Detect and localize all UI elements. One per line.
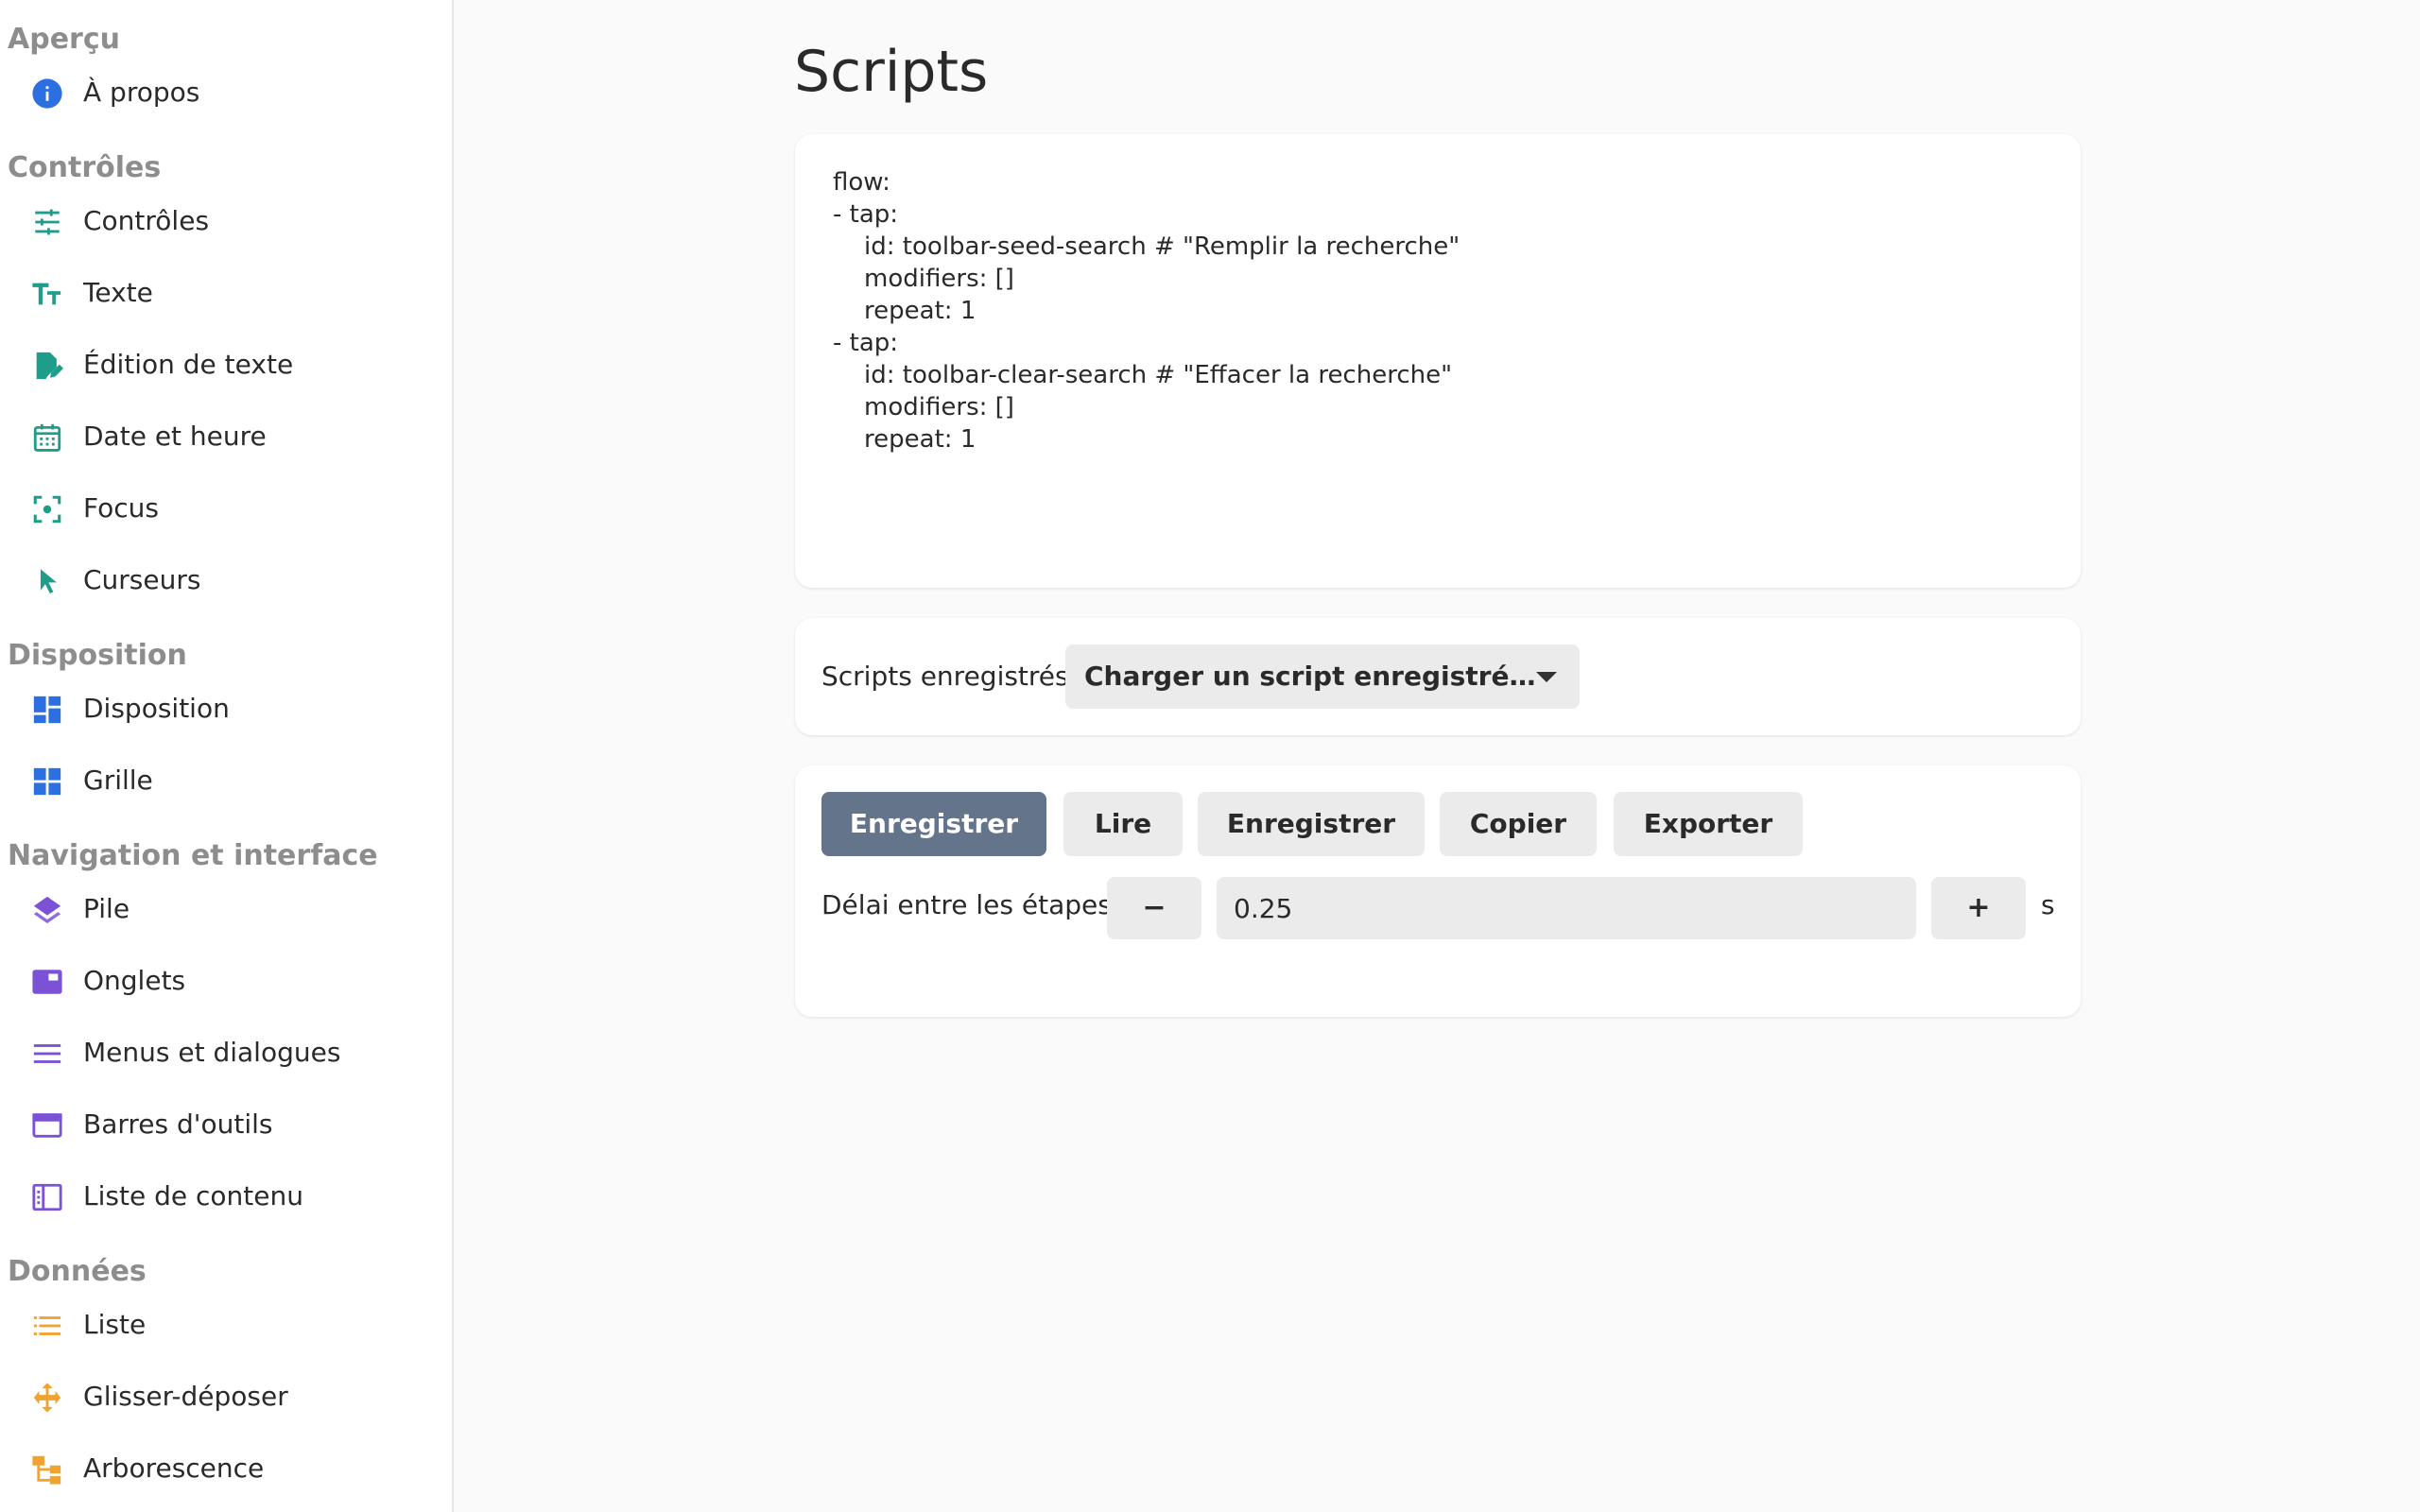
export-button[interactable]: Exporter [1614, 792, 1803, 856]
sidebar-item-texte[interactable]: Texte [0, 259, 452, 327]
sidebar-item-label: Texte [83, 277, 153, 308]
chevron-down-icon [1536, 672, 1557, 682]
edit-document-icon [31, 350, 63, 382]
sidebar-item-menus-et-dialogues[interactable]: Menus et dialogues [0, 1019, 452, 1087]
sidebar-item-label: Curseurs [83, 564, 201, 595]
sidebar-item-controles[interactable]: Contrôles [0, 187, 452, 255]
tree-icon [31, 1453, 63, 1486]
delay-increment-button[interactable]: + [1931, 877, 2026, 939]
sidebar-item-glisser-deposer[interactable]: Glisser-déposer [0, 1363, 452, 1431]
sidebar-item-date-et-heure[interactable]: Date et heure [0, 403, 452, 471]
sidebar-item-onglets[interactable]: Onglets [0, 947, 452, 1015]
sidebar-item-a-propos[interactable]: À propos [0, 59, 452, 127]
sidebar-item-label: Grille [83, 765, 153, 796]
saved-scripts-select[interactable]: Charger un script enregistré… [1065, 644, 1580, 709]
app-window: Aperçu À propos Contrôles Contrôles Text… [0, 0, 2420, 1512]
cursor-icon [31, 565, 63, 597]
script-editor[interactable]: flow: - tap: id: toolbar-seed-search # "… [833, 166, 1460, 455]
sidebar-item-label: Focus [83, 492, 159, 524]
sidebar: Aperçu À propos Contrôles Contrôles Text… [0, 0, 454, 1512]
sidebar-item-grille[interactable]: Grille [0, 747, 452, 815]
calendar-icon [31, 421, 63, 454]
sidebar-item-label: Menus et dialogues [83, 1037, 341, 1068]
sidebar-item-label: Pile [83, 893, 130, 924]
page-title: Scripts [794, 39, 989, 105]
sidebar-item-label: Arborescence [83, 1452, 265, 1484]
sidebar-item-label: Liste [83, 1309, 147, 1340]
drag-move-icon [31, 1382, 63, 1414]
sidebar-section-donnees: Données [8, 1255, 147, 1288]
saved-scripts-select-value: Charger un script enregistré… [1084, 661, 1536, 692]
save-button[interactable]: Enregistrer [1198, 792, 1425, 856]
step-delay-input[interactable] [1217, 877, 1916, 939]
saved-scripts-card: Scripts enregistrés Charger un script en… [795, 618, 2081, 735]
script-controls-card: Enregistrer Lire Enregistrer Copier Expo… [795, 765, 2081, 1017]
grid-icon [31, 765, 63, 798]
sidebar-section-disposition: Disposition [8, 639, 187, 672]
list-icon [31, 1310, 63, 1342]
step-delay-label: Délai entre les étapes [821, 889, 1112, 920]
sidebar-section-navigation: Navigation et interface [8, 839, 378, 872]
sidebar-section-apercu: Aperçu [8, 23, 120, 56]
sidebar-item-liste-de-contenu[interactable]: Liste de contenu [0, 1162, 452, 1230]
content-list-icon [31, 1181, 63, 1213]
sidebar-item-label: Édition de texte [83, 349, 294, 380]
sidebar-item-label: Onglets [83, 965, 186, 996]
menu-icon [31, 1038, 63, 1070]
delay-unit-label: s [2041, 889, 2055, 920]
sidebar-item-edition-de-texte[interactable]: Édition de texte [0, 331, 452, 399]
saved-scripts-label: Scripts enregistrés [821, 661, 1069, 692]
script-editor-card: flow: - tap: id: toolbar-seed-search # "… [795, 134, 2081, 588]
sidebar-item-disposition[interactable]: Disposition [0, 675, 452, 743]
sidebar-item-label: À propos [83, 77, 200, 108]
sidebar-section-controles: Contrôles [8, 151, 162, 184]
sidebar-item-label: Contrôles [83, 205, 210, 236]
record-button[interactable]: Enregistrer [821, 792, 1046, 856]
sliders-icon [31, 206, 63, 238]
layers-icon [31, 894, 63, 926]
sidebar-item-arborescence[interactable]: Arborescence [0, 1435, 452, 1503]
tab-icon [31, 966, 63, 998]
sidebar-item-pile[interactable]: Pile [0, 875, 452, 943]
play-button[interactable]: Lire [1063, 792, 1183, 856]
sidebar-item-liste[interactable]: Liste [0, 1291, 452, 1359]
sidebar-item-barres-doutils[interactable]: Barres d'outils [0, 1091, 452, 1159]
copy-button[interactable]: Copier [1440, 792, 1597, 856]
sidebar-item-curseurs[interactable]: Curseurs [0, 546, 452, 614]
sidebar-item-label: Glisser-déposer [83, 1381, 288, 1412]
sidebar-item-label: Disposition [83, 693, 230, 724]
dashboard-layout-icon [31, 694, 63, 726]
delay-decrement-button[interactable]: − [1107, 877, 1201, 939]
text-format-icon [31, 278, 63, 310]
sidebar-item-focus[interactable]: Focus [0, 474, 452, 542]
sidebar-item-label: Date et heure [83, 421, 267, 452]
sidebar-item-label: Liste de contenu [83, 1180, 303, 1211]
sidebar-item-label: Barres d'outils [83, 1108, 273, 1140]
info-icon [31, 77, 63, 110]
window-toolbar-icon [31, 1109, 63, 1142]
focus-icon [31, 493, 63, 525]
